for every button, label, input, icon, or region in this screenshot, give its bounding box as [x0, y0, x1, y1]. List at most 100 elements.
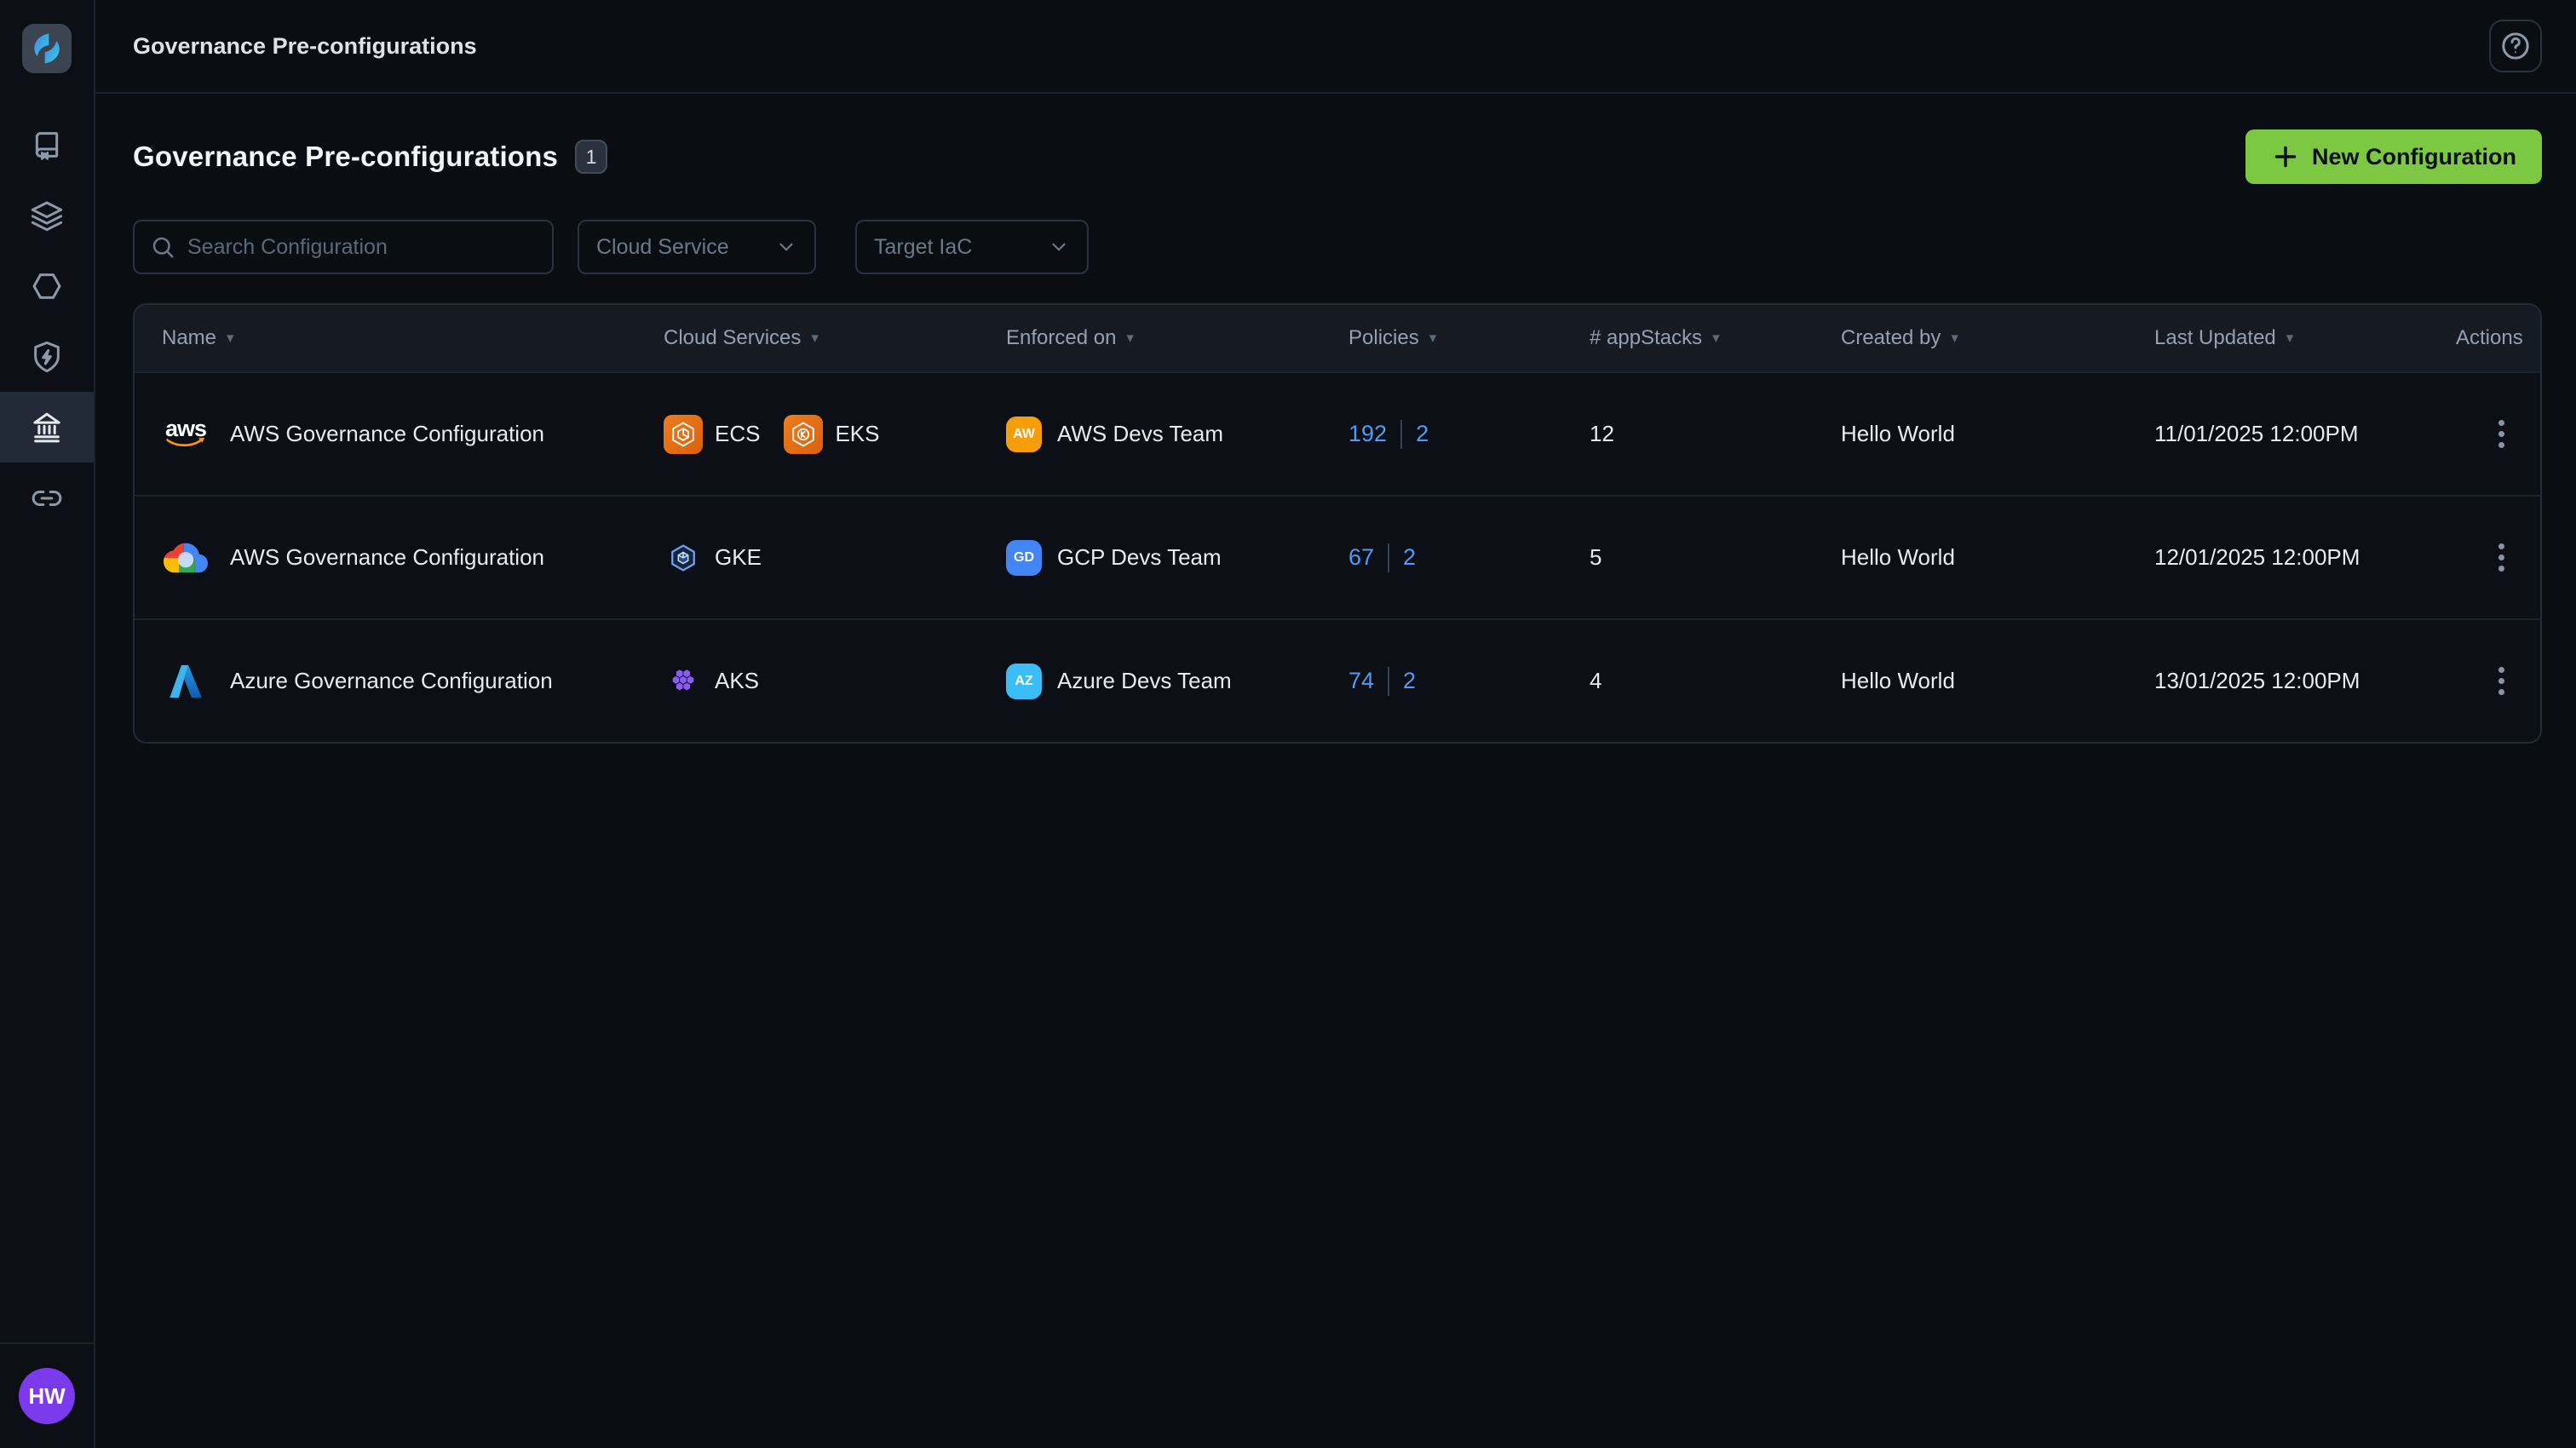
hexagon-icon — [32, 273, 61, 299]
sidebar-item-policies[interactable] — [0, 321, 94, 392]
created-by-cell: Hello World — [1841, 544, 1955, 570]
sidebar-item-docs[interactable] — [0, 109, 94, 180]
policies-cell: 74 2 — [1338, 666, 1579, 696]
service-label: ECS — [715, 421, 761, 446]
layers-icon — [31, 201, 63, 231]
column-header-enforced-on[interactable]: Enforced on ▾ — [996, 326, 1338, 350]
team-name: GCP Devs Team — [1057, 544, 1222, 570]
last-updated-cell: 11/01/2025 12:00PM — [2154, 421, 2359, 446]
policies-count-link[interactable]: 192 — [1348, 421, 1387, 447]
main-area: Governance Pre-configurations Governance… — [95, 0, 2576, 1448]
link-icon — [32, 490, 62, 506]
new-configuration-label: New Configuration — [2312, 143, 2516, 170]
target-iac-select[interactable]: Target IaC — [855, 220, 1089, 274]
sidebar-item-integrations[interactable] — [0, 463, 94, 533]
table-header-row: Name ▾ Cloud Services ▾ Enforced on ▾ Polic… — [135, 305, 2540, 371]
chevron-down-icon — [1052, 243, 1066, 251]
service-label: GKE — [715, 544, 762, 570]
policies-extra-link[interactable]: 2 — [1403, 544, 1416, 571]
service-label: EKS — [835, 421, 880, 446]
target-iac-select-label: Target IaC — [874, 234, 973, 259]
azure-aks-icon — [664, 662, 703, 701]
user-avatar[interactable]: HW — [19, 1368, 75, 1424]
column-header-last-updated[interactable]: Last Updated ▾ — [2144, 326, 2446, 350]
sort-icon: ▾ — [1429, 330, 1437, 346]
new-configuration-button[interactable]: New Configuration — [2245, 129, 2542, 184]
cloud-services-cell: AKS — [653, 662, 996, 701]
service-label: AKS — [715, 668, 760, 693]
topbar: Governance Pre-configurations — [95, 0, 2576, 94]
aws-logo-icon: aws — [162, 417, 210, 450]
actions-cell — [2446, 660, 2540, 702]
enforced-on-cell: AW AWS Devs Team — [996, 416, 1338, 452]
name-cell: AWS Governance Configuration — [135, 539, 653, 577]
column-header-actions: Actions — [2456, 326, 2523, 349]
page-header: Governance Pre-configurations 1 New Conf… — [133, 129, 2542, 184]
azure-logo-icon — [162, 662, 210, 701]
created-by-cell: Hello World — [1841, 668, 1955, 693]
book-icon — [35, 131, 59, 160]
sidebar-item-governance[interactable] — [0, 392, 94, 463]
table-row[interactable]: Azure Governance Configuration AKS AZ Az… — [135, 618, 2540, 742]
appstacks-cell: 4 — [1590, 668, 1602, 693]
sort-icon: ▾ — [2286, 330, 2294, 346]
column-header-appstacks[interactable]: # appStacks ▾ — [1579, 326, 1831, 350]
column-header-created-by[interactable]: Created by ▾ — [1831, 326, 2144, 350]
count-badge: 1 — [575, 140, 608, 174]
sort-icon: ▾ — [811, 330, 819, 346]
sidebar: HW — [0, 0, 95, 1448]
name-cell: aws AWS Governance Configuration — [135, 417, 653, 450]
appstacks-cell: 12 — [1590, 421, 1614, 446]
policies-extra-link[interactable]: 2 — [1403, 668, 1416, 694]
row-actions-menu-button[interactable] — [2492, 537, 2511, 578]
last-updated-cell: 13/01/2025 12:00PM — [2154, 668, 2360, 693]
actions-cell — [2446, 537, 2540, 578]
row-actions-menu-button[interactable] — [2492, 660, 2511, 702]
service-chip: EKS — [784, 414, 880, 454]
sidebar-footer: HW — [0, 1342, 94, 1448]
policies-count-link[interactable]: 74 — [1348, 668, 1374, 694]
name-cell: Azure Governance Configuration — [135, 662, 653, 701]
bank-icon — [33, 412, 60, 442]
column-header-cloud-services[interactable]: Cloud Services ▾ — [653, 326, 996, 350]
search-box — [133, 220, 554, 274]
created-by-cell: Hello World — [1841, 421, 1955, 446]
chevron-down-icon — [779, 243, 793, 251]
plus-icon — [2274, 146, 2297, 168]
divider — [1400, 419, 1403, 449]
row-actions-menu-button[interactable] — [2492, 413, 2511, 455]
sidebar-item-stacks[interactable] — [0, 180, 94, 250]
gcp-logo-icon — [162, 539, 210, 577]
sort-icon: ▾ — [227, 330, 234, 346]
team-name: Azure Devs Team — [1057, 668, 1232, 693]
service-chip: AKS — [664, 662, 759, 701]
page-title: Governance Pre-configurations — [133, 141, 559, 172]
app-logo[interactable] — [22, 24, 72, 73]
last-updated-cell: 12/01/2025 12:00PM — [2154, 544, 2360, 570]
filters-bar: Cloud Service Target IaC — [133, 220, 2542, 274]
cloud-service-select[interactable]: Cloud Service — [578, 220, 816, 274]
table-row[interactable]: aws AWS Governance Configuration ECS EKS… — [135, 371, 2540, 495]
team-badge: AW — [1006, 416, 1042, 452]
app-root: HW Governance Pre-configurations Governa… — [0, 0, 2576, 1448]
sidebar-nav — [0, 109, 94, 533]
aws-ecs-icon — [664, 414, 703, 454]
divider — [1388, 543, 1390, 572]
help-icon — [2502, 32, 2529, 60]
configuration-name: AWS Governance Configuration — [230, 544, 545, 570]
column-header-name[interactable]: Name ▾ — [135, 326, 653, 350]
table-row[interactable]: AWS Governance Configuration GKE GD GCP … — [135, 495, 2540, 618]
appstacks-cell: 5 — [1590, 544, 1602, 570]
policies-extra-link[interactable]: 2 — [1416, 421, 1429, 447]
team-badge: GD — [1006, 539, 1042, 576]
column-header-policies[interactable]: Policies ▾ — [1338, 326, 1579, 350]
sidebar-item-environments[interactable] — [0, 250, 94, 321]
policies-cell: 192 2 — [1338, 419, 1579, 449]
logo-glyph-icon — [34, 33, 60, 64]
help-button[interactable] — [2489, 20, 2542, 72]
search-input[interactable] — [187, 234, 537, 260]
enforced-on-cell: GD GCP Devs Team — [996, 539, 1338, 576]
aws-eks-icon — [784, 414, 824, 454]
sort-icon: ▾ — [1712, 330, 1720, 346]
policies-count-link[interactable]: 67 — [1348, 544, 1374, 571]
